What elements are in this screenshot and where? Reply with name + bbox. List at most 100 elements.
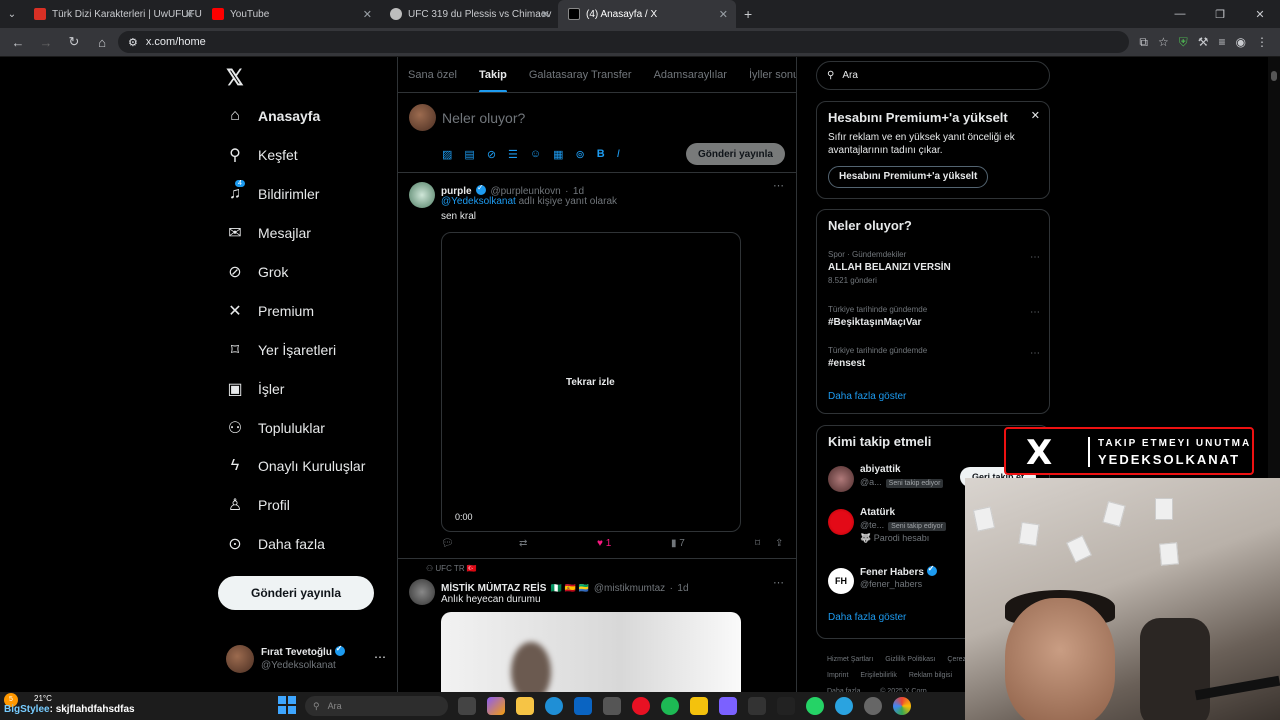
account-switcher[interactable]: Fırat Tevetoğlu @Yedeksolkanat ⋯ [226,643,386,673]
more-options-icon[interactable]: ⋯ [1030,348,1040,359]
tweet-author-name[interactable]: MİSTİK MÜMTAZ REİS [441,583,546,594]
tweet[interactable]: purple @purpleunkovn · 1d ⋯ @Yedeksolkan… [398,173,796,559]
sidebar-item-notifications[interactable]: ♫ 4 Bildirimler [226,179,319,209]
reload-icon[interactable]: ↻ [62,34,86,50]
more-options-icon[interactable]: ⋯ [773,576,784,589]
maximize-icon[interactable]: ❐ [1200,8,1240,21]
chrome-icon[interactable] [893,697,911,715]
edge-icon[interactable] [545,697,563,715]
home-page-icon[interactable]: ⌂ [90,35,114,50]
show-more-link[interactable]: Daha fazla göster [828,391,906,402]
emoji-icon[interactable]: ☺ [530,148,541,161]
search-input[interactable]: ⚲ Ara [816,61,1050,90]
browser-tab-4[interactable]: (4) Anasayfa / X ✕ [558,0,736,28]
premium-upgrade-button[interactable]: Hesabını Premium+'a yükselt [828,166,989,188]
telegram-icon[interactable] [835,697,853,715]
more-options-icon[interactable]: ⋯ [773,179,784,192]
community-name[interactable]: UFC TR 🇹🇷 [435,564,476,573]
install-icon[interactable]: ⧉ [1139,35,1148,50]
app-icon[interactable] [748,697,766,715]
trend-item[interactable]: Türkiye tarihinde gündemde #BeşiktaşınMa… [828,305,1040,328]
video-player[interactable]: Tekrar izle 0:00 [441,232,741,532]
grok-icon[interactable]: ⊘ [487,148,496,161]
italic-icon[interactable]: I [617,148,620,161]
obs-icon[interactable] [864,697,882,715]
tab-iyller[interactable]: İyller sonundaa [749,69,796,81]
more-options-icon[interactable]: ⋯ [1030,307,1040,318]
sidebar-item-grok[interactable]: ⊘ Grok [226,257,288,287]
reply-icon[interactable]: 💬︎ [441,538,519,549]
retweet-icon[interactable]: ⇄ [519,538,597,549]
site-info-icon[interactable]: ⚙ [128,36,138,49]
forward-icon[interactable]: → [34,35,58,50]
tab-search-icon[interactable]: ⌄ [0,9,24,20]
close-icon[interactable]: ✕ [541,8,550,21]
profile-icon[interactable]: ◉ [1236,35,1246,50]
close-icon[interactable]: ✕ [363,8,372,21]
sidebar-item-bookmarks[interactable]: ⌑ Yer İşaretleri [226,335,336,365]
sidebar-item-messages[interactable]: ✉ Mesajlar [226,218,311,248]
tweet[interactable]: ⚇ UFC TR 🇹🇷 MİSTİK MÜMTAZ REİS 🇳🇬 🇪🇸 🇬🇦 … [398,559,796,699]
schedule-icon[interactable]: ▦ [553,148,563,161]
share-icon[interactable]: ⇪ [775,538,783,549]
trend-item[interactable]: Türkiye tarihinde gündemde #ensest ⋯ [828,346,1040,369]
copilot-icon[interactable] [487,697,505,715]
spotify-icon[interactable] [661,697,679,715]
views-button[interactable]: ▮ 7 [671,538,755,549]
teams-icon[interactable] [719,697,737,715]
taskbar-search[interactable]: ⚲ Ara [305,696,448,716]
browser-tab-3[interactable]: UFC 319 du Plessis vs Chimaev ✕ [380,0,558,28]
post-button[interactable]: Gönderi yayınla [218,576,374,610]
tab-galatasaray-transfer[interactable]: Galatasaray Transfer [529,69,632,81]
scrollbar-thumb[interactable] [1271,71,1277,81]
browser-tab-2[interactable]: YouTube ✕ [202,0,380,28]
x-logo-icon[interactable]: 𝕏 [226,65,244,91]
compose-input[interactable]: Neler oluyor? [442,110,525,126]
file-explorer-icon[interactable] [516,697,534,715]
app-icon[interactable] [690,697,708,715]
sidebar-item-communities[interactable]: ⚇ Topluluklar [226,413,325,443]
close-icon[interactable]: ✕ [1031,109,1040,122]
compose-post-button[interactable]: Gönderi yayınla [685,143,785,165]
shield-icon[interactable]: ⛨ [1179,35,1188,50]
avatar[interactable] [409,182,435,208]
tweet-author-handle[interactable]: @mistikmumtaz [594,583,665,594]
new-tab-icon[interactable]: + [744,6,752,22]
reply-to-link[interactable]: @Yedeksolkanat [441,196,516,207]
close-icon[interactable]: ✕ [185,8,194,21]
tab-following[interactable]: Takip [478,69,507,92]
more-options-icon[interactable]: ⋯ [1030,252,1040,263]
capcut-icon[interactable] [777,697,795,715]
sidebar-item-verified-orgs[interactable]: ϟ Onaylı Kuruluşlar [226,451,366,481]
browser-tab-1[interactable]: Türk Dizi Karakterleri | UwUFUFU ✕ [24,0,202,28]
like-button[interactable]: ♥ 1 [597,538,671,549]
app-icon[interactable] [603,697,621,715]
start-icon[interactable] [278,696,296,714]
more-options-icon[interactable]: ⋯ [374,650,386,664]
url-field[interactable]: ⚙ x.com/home [118,31,1130,53]
replay-button[interactable]: Tekrar izle [554,373,627,392]
sidebar-item-profile[interactable]: ♙ Profil [226,490,290,520]
bookmark-icon[interactable]: ⌑ [755,538,775,549]
sidebar-item-home[interactable]: ⌂ Anasayfa [226,101,320,131]
sidebar-item-more[interactable]: ⊙ Daha fazla [226,529,325,559]
gif-icon[interactable]: ▤ [464,148,474,161]
sidebar-item-explore[interactable]: ⚲ Keşfet [226,140,298,170]
show-more-link[interactable]: Daha fazla göster [828,612,906,623]
tab-list-icon[interactable]: ≡ [1219,35,1226,50]
image-icon[interactable]: ▨ [442,148,452,161]
outlook-icon[interactable] [574,697,592,715]
sidebar-item-premium[interactable]: ✕ Premium [226,296,314,326]
poll-icon[interactable]: ☰ [508,148,518,161]
tweet-time[interactable]: 1d [677,583,688,594]
tab-for-you[interactable]: Sana özel [408,69,457,81]
task-view-icon[interactable] [458,697,476,715]
close-window-icon[interactable]: ✕ [1240,8,1280,21]
close-icon[interactable]: ✕ [719,8,728,21]
whatsapp-icon[interactable] [806,697,824,715]
bold-icon[interactable]: B [597,148,605,161]
back-icon[interactable]: ← [6,35,30,50]
extensions-icon[interactable]: ⚒ [1198,35,1209,50]
trend-item[interactable]: Spor · Gündemdekiler ALLAH BELANIZI VERS… [828,250,1040,285]
sidebar-item-jobs[interactable]: ▣ İşler [226,374,284,404]
